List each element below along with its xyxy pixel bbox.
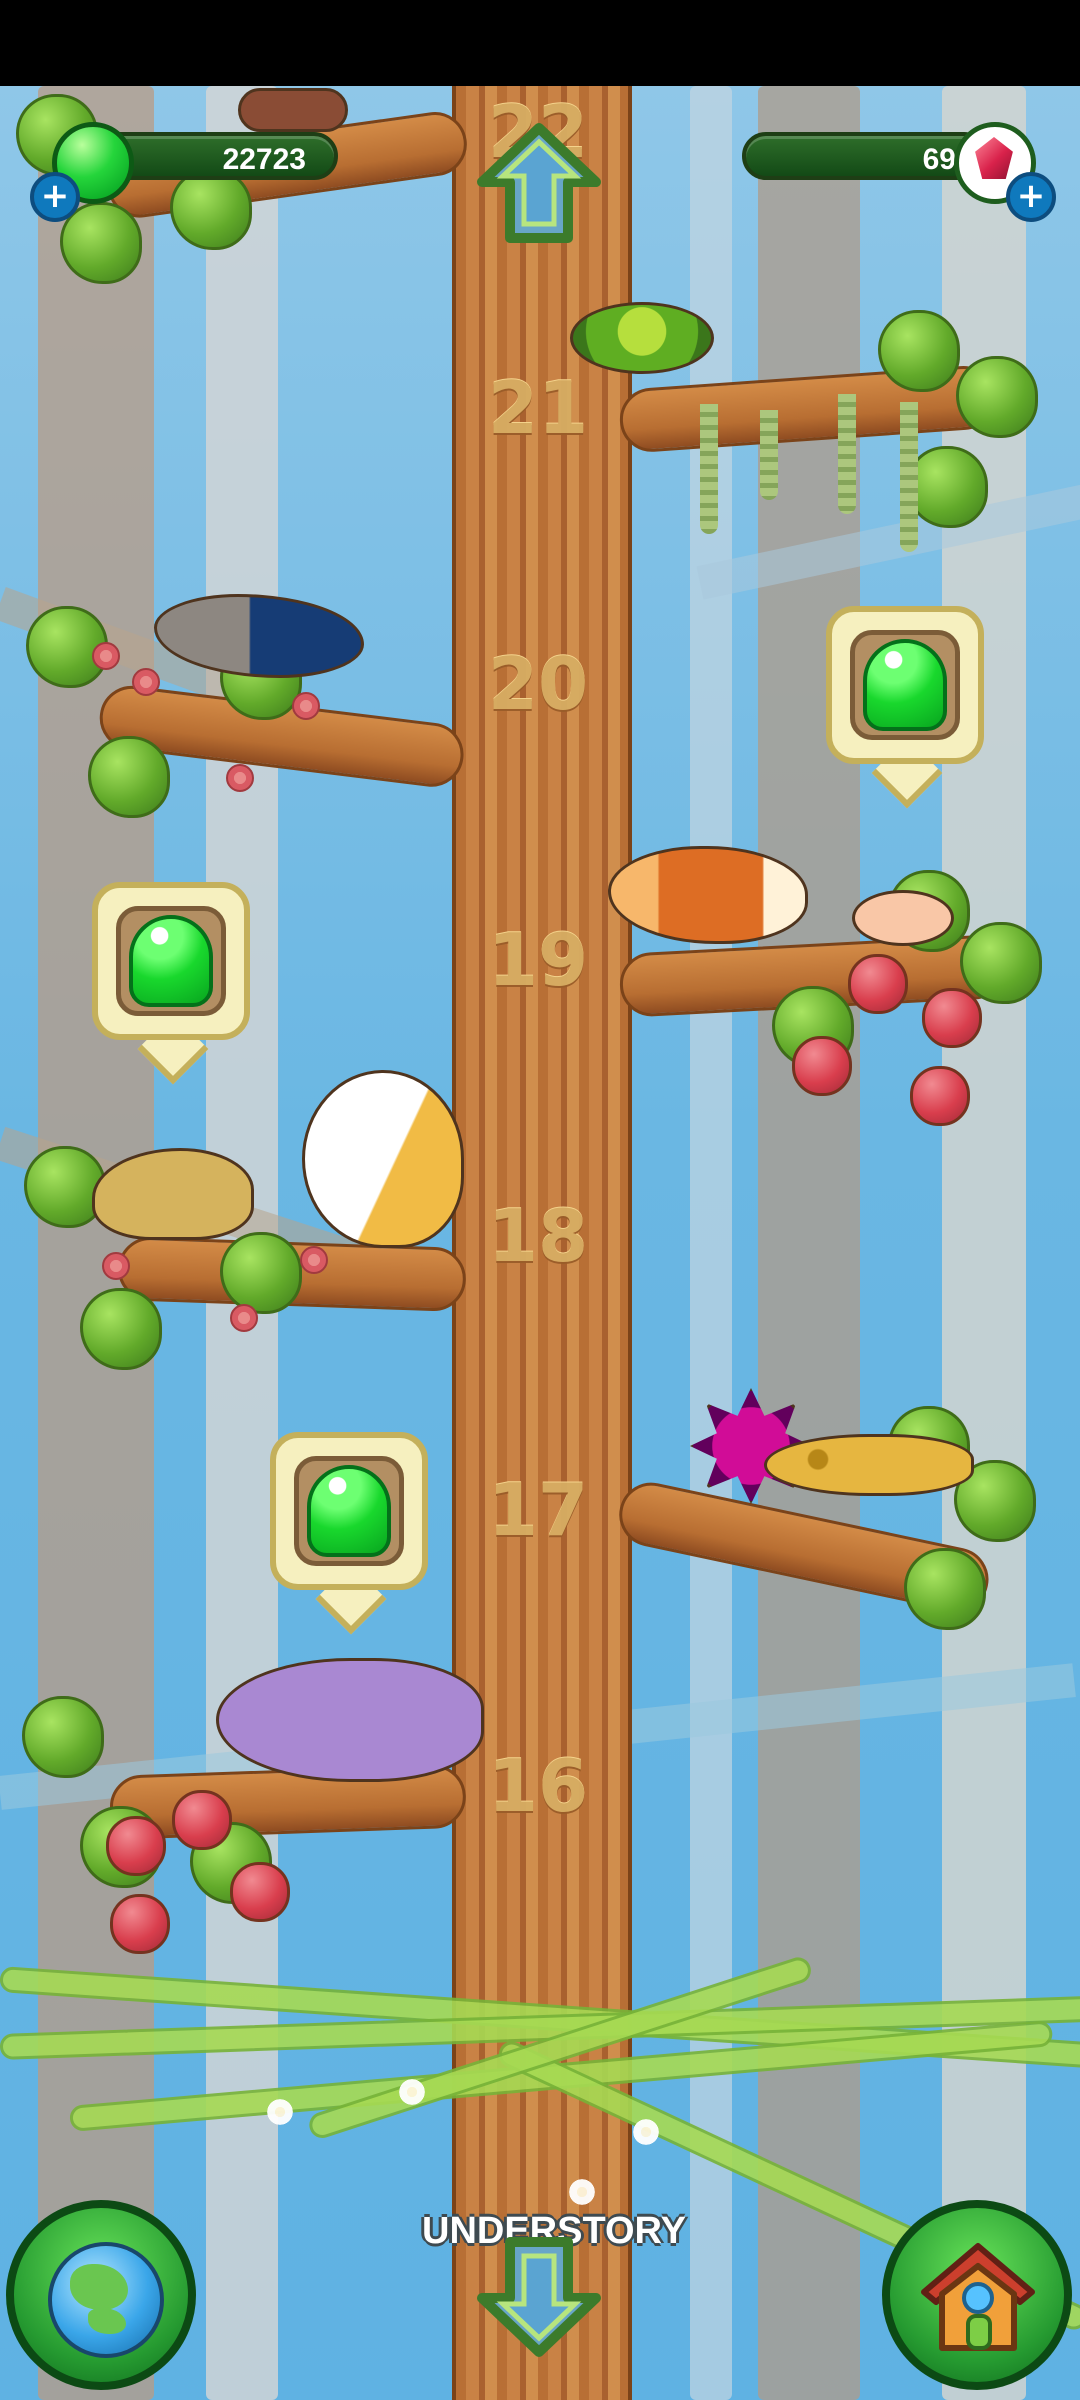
white-flower <box>396 2076 428 2108</box>
tree-level-label: 16 <box>487 1744 589 1828</box>
red-flower <box>226 764 254 792</box>
red-flower <box>292 692 320 720</box>
leaf-cluster <box>80 1288 162 1370</box>
leaf-cluster <box>906 446 988 528</box>
red-apple <box>110 1894 170 1954</box>
white-flower <box>630 2116 662 2148</box>
sea-turtle-pet[interactable] <box>570 302 714 374</box>
red-apple <box>922 988 982 1048</box>
house-icon <box>921 2243 1035 2351</box>
hanging-moss <box>700 404 718 534</box>
leaf-cluster <box>22 1696 104 1778</box>
leaf-cluster <box>956 356 1038 438</box>
hanging-moss <box>900 402 918 552</box>
leaf-cluster <box>88 736 170 818</box>
red-apple <box>106 1816 166 1876</box>
game-screen: 22 21 20 19 18 17 16 <box>0 0 1080 2400</box>
gem-counter: 69 <box>742 132 988 180</box>
world-map-button[interactable] <box>6 2200 196 2390</box>
up-arrow-icon <box>477 123 601 243</box>
leaf-cluster <box>220 1232 302 1314</box>
jelly-reward-button[interactable] <box>826 606 984 809</box>
purple-hippo-pet[interactable] <box>216 1658 484 1782</box>
tree-level-label: 17 <box>487 1468 589 1552</box>
scroll-down-button[interactable] <box>474 2234 604 2360</box>
leaf-cluster <box>878 310 960 392</box>
pink-baby-pet[interactable] <box>852 890 954 946</box>
tree-level-label: 19 <box>487 918 589 1002</box>
red-apple <box>172 1790 232 1850</box>
globe-icon <box>48 2242 164 2358</box>
red-apple <box>848 954 908 1014</box>
red-flower <box>92 642 120 670</box>
status-bar <box>0 0 1080 86</box>
green-jelly-icon <box>863 639 947 731</box>
jelly-reward-button[interactable] <box>92 882 250 1085</box>
red-flower <box>300 1246 328 1274</box>
tree-scene: 22 21 20 19 18 17 16 <box>0 86 1080 2400</box>
jelly-reward-button[interactable] <box>270 1432 428 1635</box>
add-coins-button[interactable]: + <box>30 172 80 222</box>
fox-pet[interactable] <box>608 846 808 944</box>
green-jelly-icon <box>129 915 213 1007</box>
spotted-fish-pet[interactable] <box>764 1434 974 1496</box>
red-flower <box>102 1252 130 1280</box>
red-flower <box>230 1304 258 1332</box>
tree-level-label: 21 <box>487 366 589 450</box>
add-gems-button[interactable]: + <box>1006 172 1056 222</box>
white-flower <box>566 2176 598 2208</box>
hanging-moss <box>760 410 778 500</box>
leaf-cluster <box>904 1548 986 1630</box>
red-apple <box>910 1066 970 1126</box>
down-arrow-icon <box>477 2237 601 2357</box>
red-flower <box>132 668 160 696</box>
green-jelly-icon <box>307 1465 391 1557</box>
tree-level-label: 18 <box>487 1194 589 1278</box>
white-flower <box>264 2096 296 2128</box>
hanging-moss <box>838 394 856 514</box>
tree-level-label: 20 <box>487 642 589 726</box>
red-apple <box>792 1036 852 1096</box>
home-button[interactable] <box>882 2200 1072 2390</box>
rodent-pet[interactable] <box>238 88 348 132</box>
leaf-cluster <box>960 922 1042 1004</box>
scroll-up-button[interactable] <box>474 120 604 246</box>
red-apple <box>230 1862 290 1922</box>
pelican-pet[interactable] <box>302 1070 464 1248</box>
